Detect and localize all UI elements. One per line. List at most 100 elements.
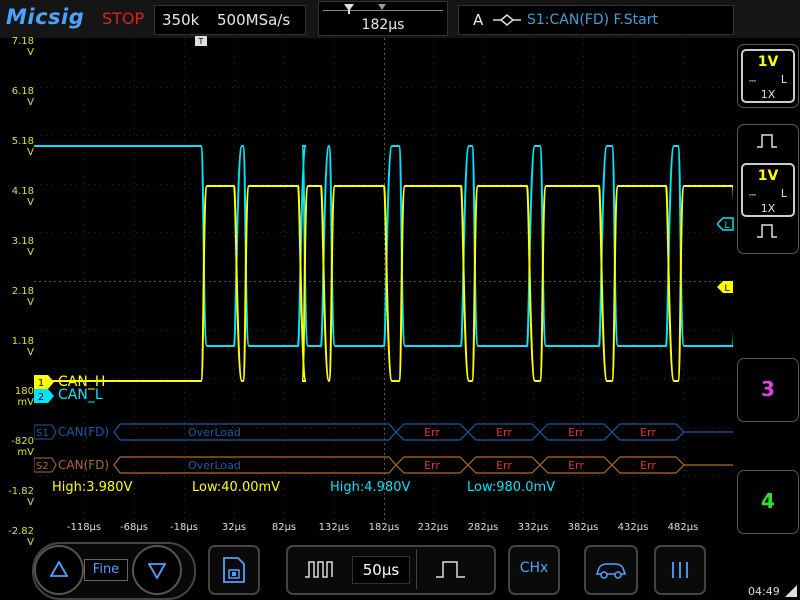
ch2-scale-button[interactable]: 1V ⎓ L 1X (737, 124, 799, 254)
voltage-unit: V (27, 297, 34, 308)
auto-mode-button[interactable] (584, 545, 638, 595)
voltage-unit: V (27, 147, 34, 158)
wide-pulse-icon (305, 561, 333, 578)
zoom-up-button[interactable] (34, 545, 84, 595)
err-label: Err (568, 426, 584, 439)
svg-text:L: L (724, 221, 729, 231)
signal-icon (785, 585, 797, 597)
save-button[interactable] (208, 545, 260, 595)
ch1-scale-button[interactable]: 1V ⎓ L 1X (737, 44, 799, 108)
voltage-unit: V (27, 197, 34, 208)
voltage-value: 180 (14, 386, 34, 397)
err-label: Err (496, 426, 512, 439)
ch2-name: CAN_L (58, 387, 103, 403)
svg-text:L: L (724, 284, 729, 294)
ch2-scale-box: 1V ⎓ L 1X (741, 163, 795, 217)
voltage-label: 3.18 V (0, 236, 34, 258)
acquisition-info[interactable]: 350k 500MSa/s (154, 5, 306, 35)
serial-bus-2[interactable]: S2 CAN(FD) OverLoad Err Err Err Err (34, 456, 734, 476)
measurement-ch1-low: Low:40.00mV (192, 480, 281, 495)
time-offset-value: 182µs (361, 17, 405, 33)
waveform-display[interactable] (34, 38, 733, 524)
voltage-unit: V (27, 47, 34, 58)
trigger-position-icon (344, 4, 354, 14)
ch1-pulse-icon (757, 134, 777, 148)
memory-depth: 350k (162, 11, 200, 29)
voltage-label: 6.18 V (0, 86, 34, 108)
voltage-unit: V (27, 347, 34, 358)
voltage-value: -2.82 (8, 526, 34, 537)
save-file-icon (223, 557, 245, 583)
ch4-button[interactable]: 4 (737, 470, 799, 534)
overload-label: OverLoad (188, 459, 241, 472)
voltage-unit: V (27, 537, 34, 548)
ch2-pulse-icon (757, 224, 777, 238)
voltage-value: 3.18 (11, 236, 34, 247)
sample-rate: 500MSa/s (217, 11, 291, 29)
brand-logo: Micsig (6, 5, 85, 29)
menu-bars-icon (672, 562, 688, 578)
ch4-label: 4 (761, 489, 775, 513)
trigger-level-marker-icon-2[interactable]: L (717, 217, 734, 231)
time-label: 282µs (467, 522, 499, 533)
run-stop-status[interactable]: STOP (102, 9, 144, 28)
ch2-coupling-icon: ⎓ (749, 191, 757, 201)
voltage-label: 5.18 V (0, 136, 34, 158)
time-label: 32µs (221, 522, 247, 533)
voltage-value: 6.18 (11, 86, 34, 97)
ch2-scale: 1V (757, 168, 779, 184)
arrow-up-icon (50, 561, 68, 577)
err-label: Err (568, 459, 584, 472)
serial-protocol: CAN(FD) (58, 425, 109, 439)
err-label: Err (640, 426, 656, 439)
time-label: 332µs (517, 522, 549, 533)
time-label: 82µs (271, 522, 297, 533)
trigger-edge-icon (493, 14, 521, 26)
voltage-value: -820 (11, 436, 34, 447)
ch1-scale-box: 1V ⎓ L 1X (741, 49, 795, 103)
fine-mode-toggle[interactable]: Fine (84, 559, 128, 581)
ch3-label: 3 (761, 377, 775, 401)
time-label: 232µs (417, 522, 449, 533)
trigger-info-box[interactable]: A S1:CAN(FD) F.Start (458, 5, 734, 35)
narrow-pulse-icon (436, 561, 465, 578)
ch2-bw-limit: L (780, 187, 787, 200)
ch1-coupling-icon: ⎓ (749, 77, 757, 87)
timebase-slower-button[interactable] (290, 549, 348, 589)
voltage-value: -1.82 (8, 486, 34, 497)
voltage-unit: V (27, 247, 34, 258)
time-label: -18µs (170, 522, 198, 533)
voltage-value: 1.18 (11, 336, 34, 347)
serial-id: S1 (36, 428, 49, 439)
measurement-ch2-low: Low:980.0mV (467, 480, 556, 495)
ch3-button[interactable]: 3 (737, 358, 799, 422)
overload-frame (113, 423, 397, 441)
voltage-value: 4.18 (11, 186, 34, 197)
trigger-mode: A (473, 11, 484, 29)
voltage-label: 180 mV (0, 386, 34, 408)
time-offset-box[interactable]: 182µs (318, 1, 448, 36)
clock: 04:49 (748, 585, 780, 598)
time-label: 182µs (368, 522, 400, 533)
err-label: Err (424, 426, 440, 439)
measurement-ch1-high: High:3.980V (52, 480, 133, 495)
zoom-down-button[interactable] (132, 545, 182, 595)
ch1-scale: 1V (757, 54, 779, 70)
trigger-time-marker-icon[interactable]: T (195, 36, 207, 48)
time-label: -118µs (66, 522, 102, 533)
chx-label: CHx (519, 560, 549, 576)
voltage-label: 2.18 V (0, 286, 34, 308)
serial-bus-1[interactable]: S1 CAN(FD) OverLoad Err Err Err Err (34, 423, 734, 443)
time-label: 432µs (617, 522, 649, 533)
timebase-faster-button[interactable] (416, 549, 487, 589)
voltage-label: -1.82 V (0, 486, 34, 508)
trigger-source: S1:CAN(FD) F.Start (527, 12, 658, 28)
time-label: 132µs (318, 522, 350, 533)
car-icon (595, 563, 627, 579)
time-label: -68µs (120, 522, 148, 533)
voltage-label: -2.82 V (0, 526, 34, 548)
menu-button[interactable] (654, 545, 706, 595)
ch2-probe: 1X (760, 202, 776, 215)
chx-button[interactable]: CHx (508, 545, 560, 595)
trigger-level-marker-icon-1[interactable]: L (717, 280, 734, 294)
